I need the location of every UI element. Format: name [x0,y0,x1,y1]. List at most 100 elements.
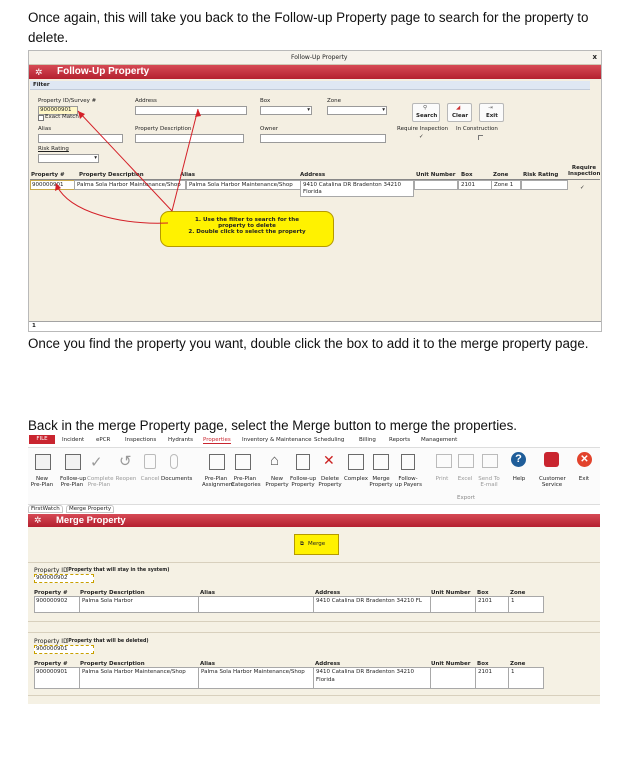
payers-icon[interactable] [401,454,415,470]
menu-incident[interactable]: Incident [62,437,84,443]
alias-input[interactable] [38,134,123,143]
merge-icon: ⧉ [300,541,304,547]
table-row[interactable]: 900000902 Palma Sola Harbor 9410 Catalin… [34,596,544,613]
followup-property-icon[interactable] [296,454,310,470]
export-group-label: Export [457,495,476,501]
table-row[interactable]: 900000901 Palma Sola Harbor Maintenance/… [30,180,600,197]
clipboard-icon[interactable] [209,454,225,470]
chevron-down-icon: ▾ [307,107,310,113]
help-icon[interactable]: ? [511,452,526,467]
delete-property-id-input[interactable]: 900000901 [34,645,94,654]
delete-property-icon[interactable]: ✕ [323,452,335,469]
ribbon-toolbar: ✓ ↺ ⌂ ✕ ? ✕ New Pre-Plan Follow-up Pre-Pla… [28,447,600,505]
delete-property-id-label: Property ID [34,638,68,645]
new-preplan-icon[interactable] [35,454,51,470]
filter-label-bar: Filter [30,81,590,90]
page-title: Follow-Up Property [57,66,150,77]
property-id-label: Property ID/Survey # [38,98,97,104]
gear-icon: ✲ [35,67,43,77]
menu-inventory[interactable]: Inventory & Maintenance [242,437,311,443]
email-icon[interactable] [482,454,498,468]
in-construction-label: In Construction [456,126,498,132]
complex-icon[interactable] [348,454,364,470]
follow-up-property-screenshot: Follow-Up Property x ✲ Follow-Up Propert… [28,50,602,332]
merge-property-icon[interactable] [373,454,389,470]
menu-epcr[interactable]: ePCR [96,437,110,443]
menu-reports[interactable]: Reports [389,437,410,443]
categories-icon[interactable] [235,454,251,470]
page-header-bar: ✲ Merge Property [28,514,600,527]
checkmark-icon[interactable]: ✓ [90,453,103,471]
menu-scheduling[interactable]: Scheduling [314,437,344,443]
owner-label: Owner [260,126,278,132]
excel-icon[interactable] [458,454,474,468]
document-tabs: FirstWatch Merge Property [28,504,600,513]
property-description-label: Property Description [135,126,192,132]
stay-property-id-label: Property ID [34,567,68,574]
zone-label: Zone [327,98,342,104]
callout-note: 1. Use the filter to search for the prop… [160,211,334,247]
box-select[interactable]: ▾ [260,106,312,115]
menu-management[interactable]: Management [421,437,457,443]
search-icon: ⚲ [423,105,428,111]
merge-button[interactable]: ⧉ Merge [294,534,339,555]
results-header: Property # Property Description Alias Ad… [30,165,601,180]
exact-match-checkbox[interactable] [38,115,44,121]
exit-icon: ⇥ [488,105,493,111]
menu-inspections[interactable]: Inspections [125,437,156,443]
exact-match-label: Exact Match [45,114,79,120]
stay-property-panel: Property ID (Property that will stay in … [28,562,600,622]
page-header-bar: ✲ Follow-Up Property [29,65,601,79]
instruction-paragraph-2: Once you find the property you want, dou… [28,336,589,351]
gear-icon: ✲ [34,515,42,525]
exit-button[interactable]: ⇥ Exit [479,103,504,122]
status-bar: 1 [29,321,601,331]
close-icon[interactable]: x [592,53,597,61]
menu-file[interactable]: FILE [29,435,55,444]
instruction-paragraph-1: Once again, this will take you back to t… [28,10,589,45]
box-label: Box [260,98,271,104]
owner-input[interactable] [260,134,386,143]
menu-hydrants[interactable]: Hydrants [168,437,193,443]
eraser-icon: ◢ [456,105,461,111]
require-inspection-label: Require Inspection [397,126,449,132]
require-inspection-check: ✓ [580,185,585,191]
risk-rating-select[interactable]: ▾ [38,154,99,163]
menu-billing[interactable]: Billing [359,437,376,443]
customer-service-icon[interactable] [544,452,559,467]
chevron-down-icon: ▾ [382,107,385,113]
stay-property-note: (Property that will stay in the system) [66,568,170,573]
page-title: Merge Property [56,515,126,526]
table-row[interactable]: 900000901 Palma Sola Harbor Maintenance/… [34,667,544,689]
zone-select[interactable]: ▾ [327,106,387,115]
in-construction-checkbox[interactable] [478,135,483,140]
address-input[interactable] [135,106,247,115]
menu-properties[interactable]: Properties [203,437,231,444]
risk-rating-label: Risk Rating [38,146,69,152]
house-icon[interactable]: ⌂ [270,452,279,469]
tab-firstwatch[interactable]: FirstWatch [28,505,63,513]
tab-merge-property[interactable]: Merge Property [66,505,115,513]
exit-icon[interactable]: ✕ [577,452,592,467]
trash-icon[interactable] [144,454,156,469]
instruction-paragraph-3: Back in the merge Property page, select … [28,418,518,433]
merge-property-screenshot: FILE Incident ePCR Inspections Hydrants … [28,434,600,704]
alias-label: Alias [38,126,52,132]
window-titlebar: Follow-Up Property x [29,51,601,65]
search-button[interactable]: ⚲ Search [412,103,440,122]
delete-property-note: (Property that will be deleted) [66,639,149,644]
magnifier-icon[interactable] [65,454,81,470]
stay-property-id-input[interactable]: 900000902 [34,574,94,583]
chevron-down-icon: ▾ [94,155,97,161]
paperclip-icon[interactable] [170,454,178,469]
property-description-input[interactable] [135,134,244,143]
menu-bar: FILE Incident ePCR Inspections Hydrants … [28,434,600,446]
address-label: Address [135,98,157,104]
print-icon[interactable] [436,454,452,468]
clear-button[interactable]: ◢ Clear [447,103,472,122]
require-inspection-checkbox[interactable]: ✓ [419,134,424,140]
record-count: 1 [32,323,36,329]
reopen-icon[interactable]: ↺ [119,452,132,470]
window-title: Follow-Up Property [291,54,348,61]
delete-property-panel: Property ID (Property that will be delet… [28,632,600,696]
